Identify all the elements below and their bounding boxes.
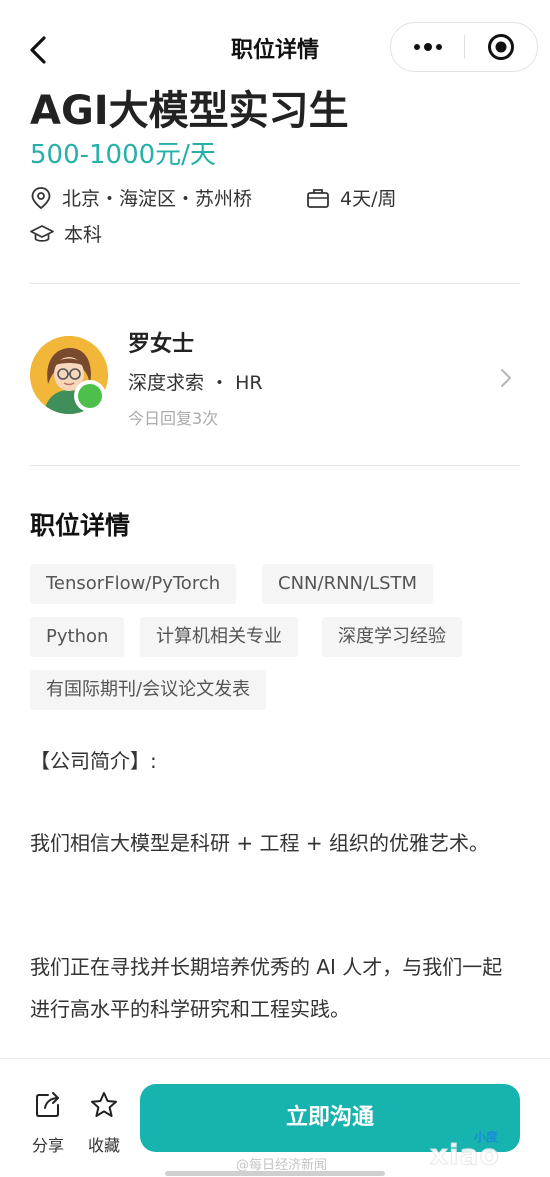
mini-program-capsule: [390, 22, 538, 72]
description-paragraph: 我们正在寻找并长期培养优秀的 AI 人才，与我们一起进行高水平的科学研究和工程实…: [30, 955, 503, 1021]
education-info: 本科: [30, 220, 102, 247]
share-label: 分享: [31, 1136, 64, 1155]
location-text: 北京・海淀区・苏州桥: [62, 188, 253, 210]
skill-tag: CNN/RNN/LSTM: [262, 564, 434, 604]
skill-tag: 计算机相关专业: [140, 617, 298, 657]
home-indicator: [165, 1171, 385, 1176]
location-pin-icon: [31, 186, 51, 209]
target-circle-icon: [488, 34, 514, 60]
recruiter-reply-status: 今日回复3次: [128, 409, 219, 428]
description-paragraph: 【公司简介】:: [30, 749, 157, 773]
favorite-button[interactable]: 收藏: [80, 1090, 128, 1156]
close-mini-program-button[interactable]: [465, 23, 537, 71]
graduation-cap-icon: [30, 224, 54, 242]
education-text: 本科: [64, 224, 103, 246]
skill-tag: 有国际期刊/会议论文发表: [30, 670, 267, 710]
section-divider: [30, 283, 520, 284]
skill-tag: Python: [30, 617, 125, 657]
skill-tag: TensorFlow/PyTorch: [30, 564, 237, 604]
bottom-bar-divider: [0, 1058, 550, 1059]
logo-large-text: xiao: [430, 1138, 500, 1172]
description-paragraph: 我们相信大模型是科研 + 工程 + 组织的优雅艺术。: [30, 831, 489, 855]
more-dots-icon: [414, 43, 442, 51]
share-icon: [36, 1092, 59, 1117]
section-divider: [30, 465, 520, 466]
details-section-title: 职位详情: [30, 511, 131, 540]
job-title: AGI大模型实习生: [30, 88, 349, 134]
skill-tag: 深度学习经验: [322, 617, 462, 657]
recruiter-card[interactable]: 罗女士 深度求索 ・ HR 今日回复3次: [0, 316, 550, 440]
online-status-dot: [74, 380, 106, 412]
recruiter-company-role: 深度求索 ・ HR: [128, 372, 263, 394]
share-button[interactable]: 分享: [24, 1090, 72, 1156]
star-icon: [91, 1092, 117, 1117]
workdays-text: 4天/周: [340, 188, 397, 210]
salary-range: 500-1000元/天: [30, 140, 216, 170]
xiaodu-logo-watermark: 小度 xiao: [430, 1128, 550, 1176]
briefcase-icon: [307, 188, 329, 208]
more-button[interactable]: [391, 23, 464, 71]
recruiter-name: 罗女士: [128, 332, 195, 357]
workdays-info: 4天/周: [306, 184, 397, 211]
chevron-right-icon: [501, 369, 511, 387]
location-info: 北京・海淀区・苏州桥: [30, 184, 252, 211]
favorite-label: 收藏: [87, 1136, 120, 1155]
